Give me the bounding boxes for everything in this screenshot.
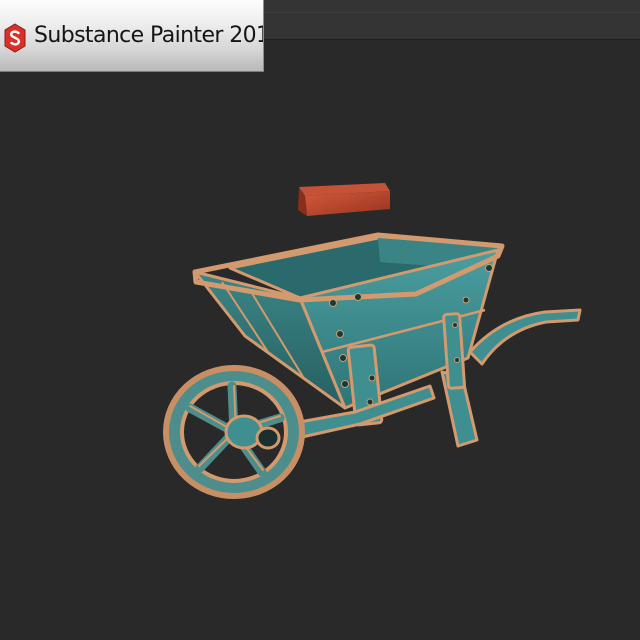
window-title: Substance Painter 2018.1.0 - xyxy=(34,23,263,48)
substance-painter-logo-icon xyxy=(4,23,26,53)
handle xyxy=(468,308,582,366)
wheelbarrow-model[interactable] xyxy=(163,232,582,499)
window-title-bar[interactable]: Substance Painter 2018.1.0 - xyxy=(0,0,264,72)
substance-painter-window: Substance Painter 2018.1.0 - xyxy=(0,0,640,640)
viewport-scene[interactable] xyxy=(0,0,640,640)
wheel xyxy=(163,365,305,499)
brick-model[interactable] xyxy=(298,183,390,216)
